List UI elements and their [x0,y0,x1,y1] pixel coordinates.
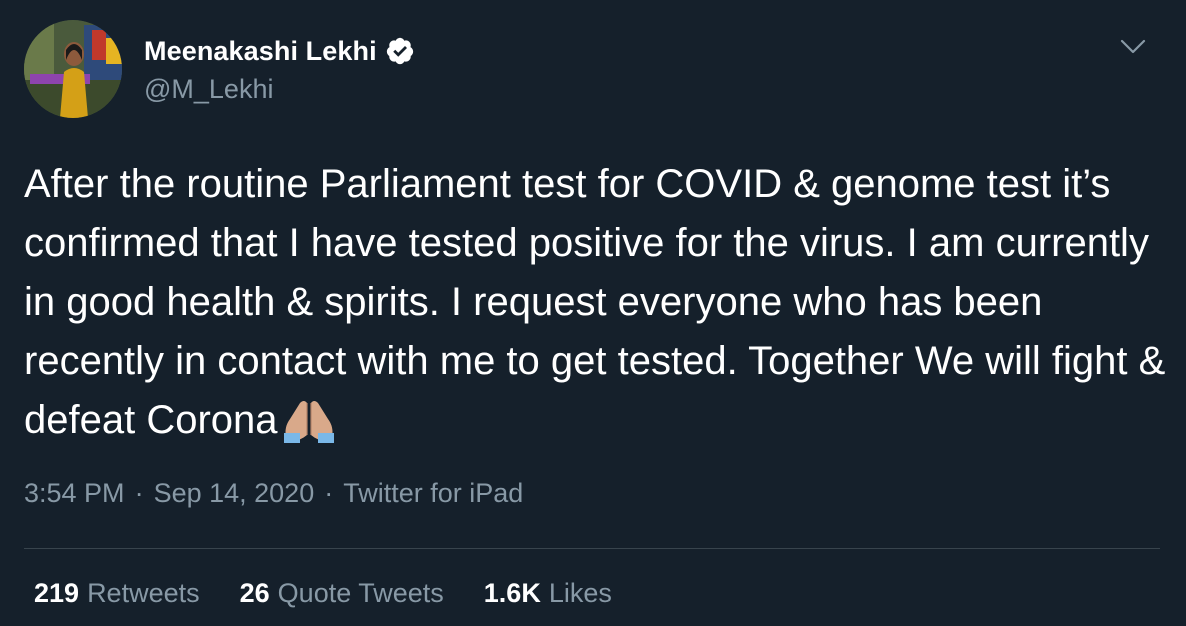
tweet-card: Meenakashi Lekhi @M_Lekhi After the rout… [0,0,1186,626]
tweet-date[interactable]: Sep 14, 2020 [154,478,315,509]
divider [24,548,1160,549]
tweet-meta: 3:54 PM · Sep 14, 2020 · Twitter for iPa… [24,478,523,509]
folded-hands-icon [280,397,338,443]
quote-tweets-stat[interactable]: 26 Quote Tweets [240,578,444,609]
retweets-count: 219 [34,578,80,608]
display-name-row: Meenakashi Lekhi [144,32,415,70]
tweet-stats: 219 Retweets 26 Quote Tweets 1.6K Likes [34,578,652,609]
tweet-header: Meenakashi Lekhi @M_Lekhi [24,20,1164,120]
avatar[interactable] [24,20,122,118]
tweet-text-content: After the routine Parliament test for CO… [24,162,1177,442]
retweets-stat[interactable]: 219 Retweets [34,578,200,609]
likes-stat[interactable]: 1.6K Likes [484,578,612,609]
chevron-down-icon[interactable] [1120,38,1146,56]
quote-tweets-count: 26 [239,578,270,608]
display-name[interactable]: Meenakashi Lekhi [144,36,377,67]
tweet-source[interactable]: Twitter for iPad [343,478,523,509]
avatar-image [24,20,122,118]
verified-badge-icon [385,36,415,66]
meta-separator: · [324,478,334,508]
likes-label: Likes [548,578,612,608]
author-names: Meenakashi Lekhi @M_Lekhi [144,32,415,105]
retweets-label: Retweets [87,578,200,608]
quote-tweets-label: Quote Tweets [277,578,444,608]
author-handle[interactable]: @M_Lekhi [144,74,415,105]
likes-count: 1.6K [483,578,541,608]
tweet-text: After the routine Parliament test for CO… [24,155,1174,450]
tweet-time[interactable]: 3:54 PM [24,478,125,509]
meta-separator: · [134,478,144,508]
